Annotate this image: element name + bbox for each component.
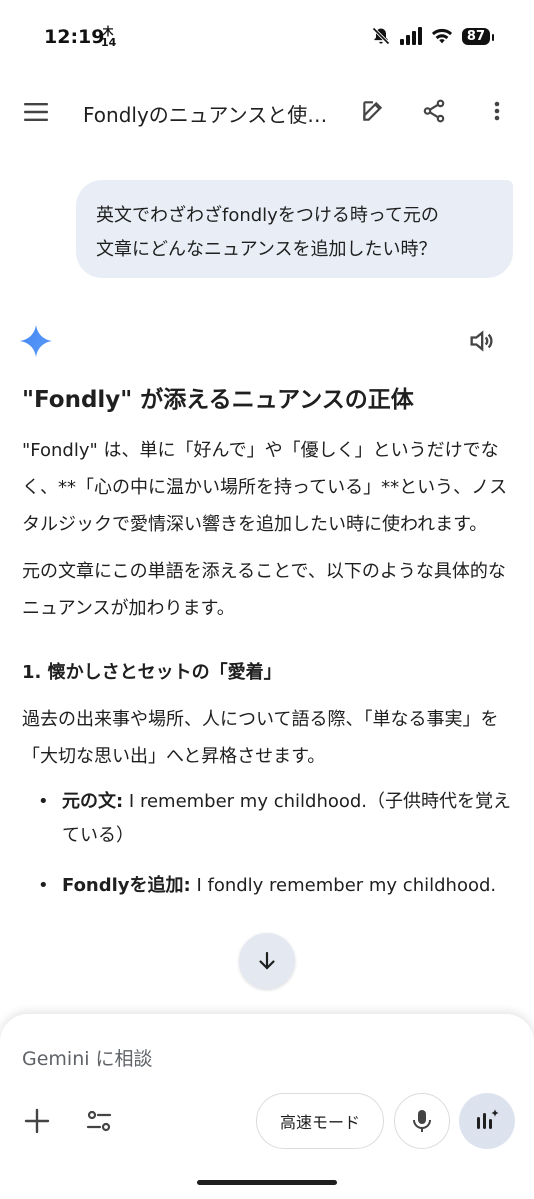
status-time: 12:19 [44,26,105,48]
add-icon[interactable] [22,1106,52,1136]
user-message-bubble: 英文でわざわざfondlyをつける時って元の 文章にどんなニュアンスを追加したい… [76,180,513,278]
conversation-title[interactable]: Fondlyのニュアンスと使… [83,99,338,128]
arrow-down-icon [259,951,275,970]
live-voice-button[interactable] [459,1093,515,1149]
example-list: 元の文: I remember my childhood.（子供時代を覚えている… [22,785,512,903]
menu-icon[interactable] [22,100,50,124]
list-item-text: I remember my childhood.（子供時代を覚えている） [62,791,512,846]
tools-icon[interactable] [84,1106,114,1136]
response-heading: "Fondly" が添えるニュアンスの正体 [22,387,414,413]
prompt-panel: Gemini に相談 高速モード [0,1014,534,1199]
more-vert-icon[interactable] [482,96,512,126]
scroll-to-bottom-button[interactable] [239,933,295,989]
home-indicator [197,1180,337,1185]
gemini-spark-icon [19,324,53,358]
speaker-icon[interactable] [467,327,497,357]
battery-indicator: 87 [461,27,495,45]
list-item: Fondlyを追加: I fondly remember my childhoo… [22,869,512,903]
status-bar: 12:19 木 14 87 [0,0,534,70]
microphone-icon [413,1110,431,1132]
wifi-icon [431,28,452,44]
signal-icon [399,27,422,45]
list-item-text: I fondly remember my childhood. [190,875,497,896]
status-date-tag: 木 14 [101,26,117,49]
section-heading: 1. 懐かしさとセットの「愛着」 [22,662,282,683]
mute-bell-icon [372,27,390,45]
status-icons: 87 [371,26,495,46]
app-bar: Fondlyのニュアンスと使… [0,84,534,140]
list-item-label: 元の文: [62,791,124,812]
list-item: 元の文: I remember my childhood.（子供時代を覚えている… [22,785,512,853]
response-paragraph: "Fondly" は、単に「好んで」や「優しく」というだけでなく、**「心の中に… [22,440,508,535]
response-paragraph: 元の文章にこの単語を添えることで、以下のような具体的なニュアンスが加わります。 [22,561,506,619]
user-message-line: 文章にどんなニュアンスを追加したい時？ [96,239,437,260]
list-item-label: Fondlyを追加: [62,875,191,896]
live-waveform-icon [477,1109,499,1129]
response-content: "Fondly" が添えるニュアンスの正体 "Fondly" は、単に「好んで」… [22,372,512,919]
status-tag-date: 14 [101,36,117,49]
share-icon[interactable] [419,96,449,126]
microphone-button[interactable] [394,1093,450,1149]
user-message-line: 英文でわざわざfondlyをつける時って元の [96,205,439,226]
mode-selector-button[interactable]: 高速モード [256,1093,384,1149]
prompt-input[interactable]: Gemini に相談 [22,1044,153,1071]
section-paragraph: 過去の出来事や場所、人について語る際、「単なる事実」を「大切な思い出」へと昇格さ… [22,709,499,767]
edit-icon[interactable] [358,96,388,126]
